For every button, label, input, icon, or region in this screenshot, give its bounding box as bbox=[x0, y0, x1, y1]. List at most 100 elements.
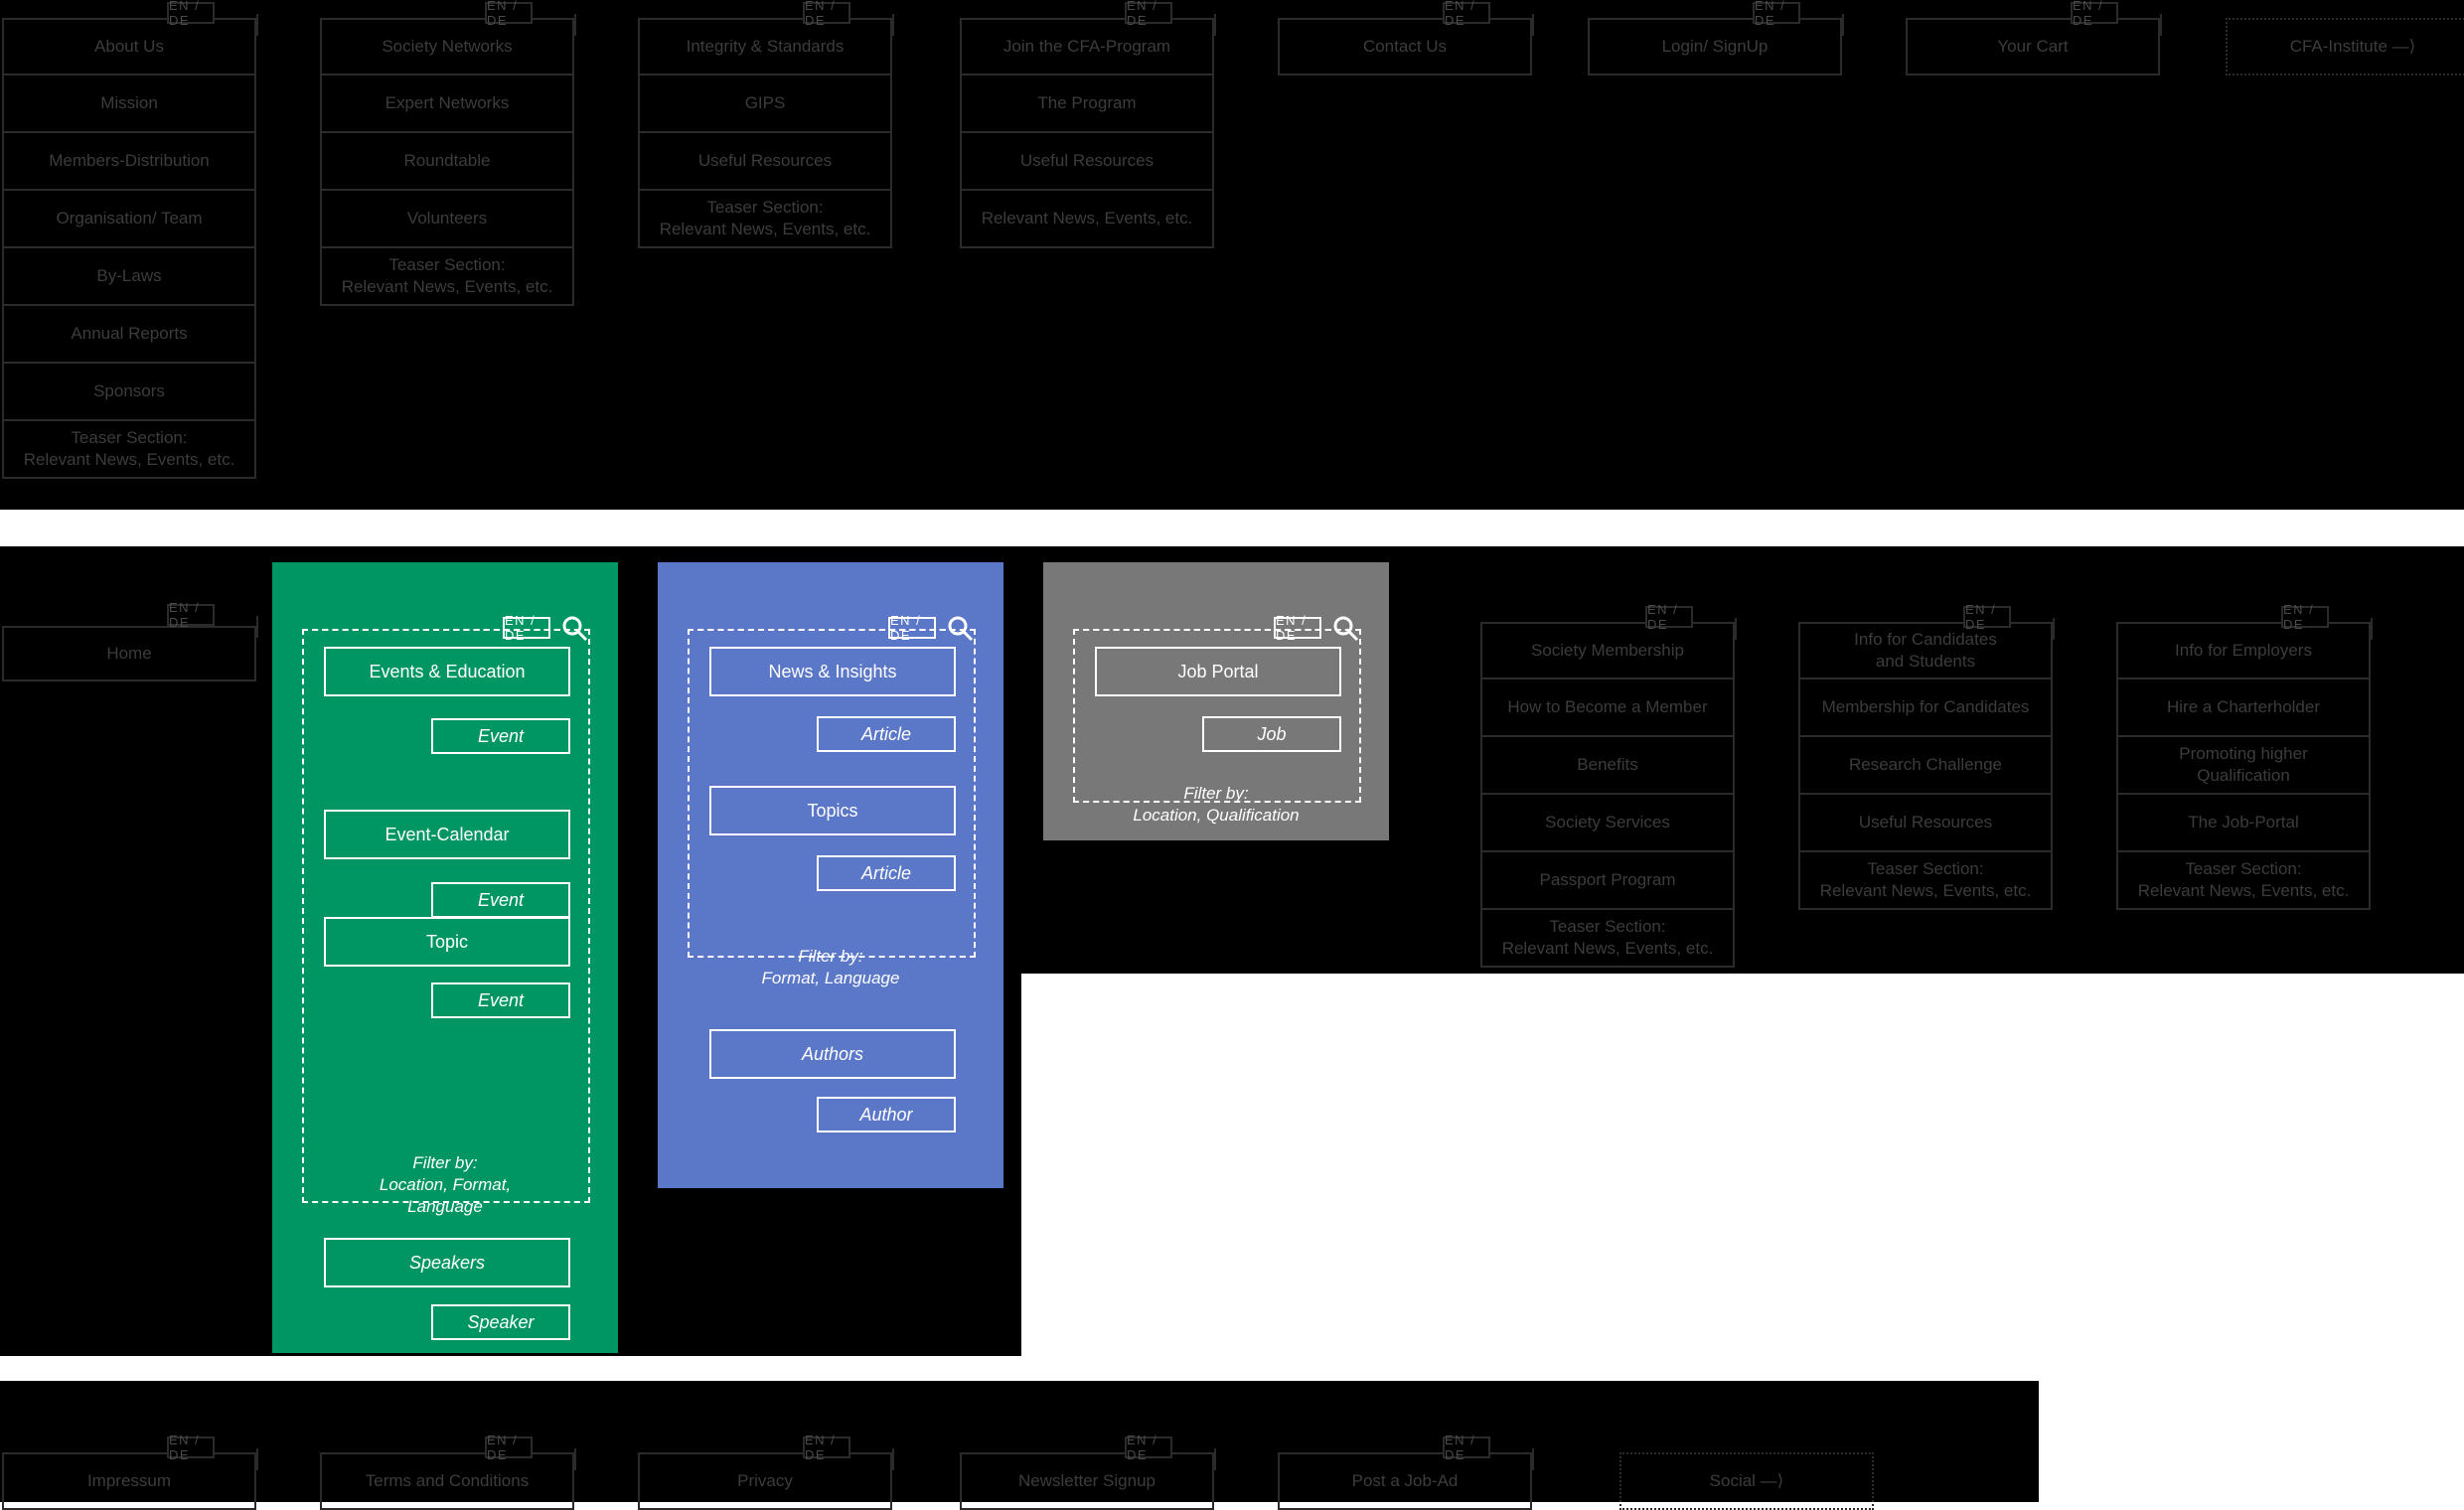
lang-chip[interactable]: EN / DE bbox=[485, 0, 533, 28]
footer-item[interactable]: Newsletter Signup bbox=[960, 1452, 1214, 1510]
events-node-speaker[interactable]: Speaker bbox=[431, 1304, 570, 1340]
jobs-lang-chip[interactable]: EN / DE bbox=[1274, 613, 1321, 643]
topnav-item[interactable]: The Program bbox=[960, 76, 1214, 133]
node-label: Sponsors bbox=[93, 381, 165, 401]
topnav-item[interactable]: Expert Networks bbox=[320, 76, 574, 133]
news-node-article-1[interactable]: Article bbox=[817, 716, 956, 752]
right-column-item[interactable]: Promoting higher Qualification bbox=[2116, 737, 2371, 795]
topnav-item[interactable]: GIPS bbox=[638, 76, 892, 133]
topnav-item[interactable]: Teaser Section: Relevant News, Events, et… bbox=[320, 248, 574, 306]
search-icon[interactable] bbox=[560, 614, 590, 644]
jobs-node-job-portal[interactable]: Job Portal bbox=[1095, 647, 1341, 696]
right-column-item[interactable]: Society Membership bbox=[1480, 622, 1735, 680]
lang-chip-label: EN / DE bbox=[1755, 0, 1786, 28]
node-label: News & Insights bbox=[768, 661, 897, 681]
lang-chip[interactable]: EN / DE bbox=[2281, 602, 2329, 632]
lang-chip-label: EN / DE bbox=[1127, 0, 1158, 28]
footer-item[interactable]: Terms and Conditions bbox=[320, 1452, 574, 1510]
search-icon[interactable] bbox=[1331, 614, 1361, 644]
topnav-item[interactable]: Useful Resources bbox=[638, 133, 892, 191]
node-label: Job bbox=[1257, 723, 1287, 744]
lang-chip[interactable]: EN / DE bbox=[167, 0, 215, 28]
lang-chip[interactable]: EN / DE bbox=[803, 1433, 850, 1462]
topnav-header-0[interactable]: About Us bbox=[2, 18, 256, 76]
lang-chip[interactable]: EN / DE bbox=[167, 1433, 215, 1462]
jobs-node-job[interactable]: Job bbox=[1202, 716, 1341, 752]
news-node-news-insights[interactable]: News & Insights bbox=[709, 647, 956, 696]
lang-chip[interactable]: EN / DE bbox=[1753, 0, 1800, 28]
topnav-item[interactable]: Sponsors bbox=[2, 364, 256, 421]
news-lang-chip[interactable]: EN / DE bbox=[888, 613, 936, 643]
lang-chip[interactable]: EN / DE bbox=[1963, 602, 2011, 632]
news-node-authors[interactable]: Authors bbox=[709, 1029, 956, 1079]
lang-chip[interactable]: EN / DE bbox=[1125, 1433, 1172, 1462]
topnav-standalone-item[interactable]: Login/ SignUp bbox=[1588, 18, 1842, 76]
right-column-item[interactable]: Info for Employers bbox=[2116, 622, 2371, 680]
lang-chip[interactable]: EN / DE bbox=[803, 0, 850, 28]
right-column-item[interactable]: Benefits bbox=[1480, 737, 1735, 795]
lang-chip[interactable]: EN / DE bbox=[1443, 1433, 1490, 1462]
node-label: Promoting higher Qualification bbox=[2179, 743, 2308, 785]
events-node-event-calendar[interactable]: Event-Calendar bbox=[324, 810, 570, 859]
right-column-item[interactable]: Teaser Section: Relevant News, Events, et… bbox=[1798, 852, 2053, 910]
home-lang-chip[interactable]: EN / DE bbox=[167, 600, 215, 630]
search-icon[interactable] bbox=[946, 614, 976, 644]
node-label: Job Portal bbox=[1177, 661, 1259, 681]
chip-tick bbox=[574, 1448, 576, 1470]
chip-tick bbox=[2160, 14, 2162, 36]
topnav-external-link[interactable]: CFA-Institute —⟩ bbox=[2226, 18, 2464, 76]
topnav-item[interactable]: Useful Resources bbox=[960, 133, 1214, 191]
events-node-topic[interactable]: Topic bbox=[324, 917, 570, 967]
footer-item[interactable]: Impressum bbox=[2, 1452, 256, 1510]
right-column-item[interactable]: Useful Resources bbox=[1798, 795, 2053, 852]
topnav-item[interactable]: Mission bbox=[2, 76, 256, 133]
topnav-standalone-item[interactable]: Your Cart bbox=[1906, 18, 2160, 76]
topnav-item[interactable]: Members-Distribution bbox=[2, 133, 256, 191]
topnav-item[interactable]: Society Networks bbox=[320, 18, 574, 76]
events-node-events-education[interactable]: Events & Education bbox=[324, 647, 570, 696]
chip-tick bbox=[1735, 618, 1737, 640]
right-column-item[interactable]: How to Become a Member bbox=[1480, 680, 1735, 737]
right-column-item[interactable]: Hire a Charterholder bbox=[2116, 680, 2371, 737]
right-column-item[interactable]: Society Services bbox=[1480, 795, 1735, 852]
lang-chip[interactable]: EN / DE bbox=[1443, 0, 1490, 28]
topnav-item[interactable]: Teaser Section: Relevant News, Events, et… bbox=[2, 421, 256, 479]
topnav-item[interactable]: Organisation/ Team bbox=[2, 191, 256, 248]
lang-chip[interactable]: EN / DE bbox=[1125, 0, 1172, 28]
news-node-author[interactable]: Author bbox=[817, 1097, 956, 1132]
topnav-item[interactable]: Roundtable bbox=[320, 133, 574, 191]
topnav-item[interactable]: Relevant News, Events, etc. bbox=[960, 191, 1214, 248]
lang-chip[interactable]: EN / DE bbox=[1645, 602, 1693, 632]
topnav-item[interactable]: Teaser Section: Relevant News, Events, et… bbox=[638, 191, 892, 248]
footer-item[interactable]: Privacy bbox=[638, 1452, 892, 1510]
topnav-standalone-item[interactable]: Contact Us bbox=[1278, 18, 1532, 76]
topnav-item[interactable]: Volunteers bbox=[320, 191, 574, 248]
footer-item[interactable]: Post a Job-Ad bbox=[1278, 1452, 1532, 1510]
right-column-item[interactable]: Research Challenge bbox=[1798, 737, 2053, 795]
right-column-item[interactable]: Info for Candidates and Students bbox=[1798, 622, 2053, 680]
events-node-speakers[interactable]: Speakers bbox=[324, 1238, 570, 1287]
right-column-item[interactable]: The Job-Portal bbox=[2116, 795, 2371, 852]
lang-chip[interactable]: EN / DE bbox=[2071, 0, 2118, 28]
right-column-item[interactable]: Passport Program bbox=[1480, 852, 1735, 910]
filter-line-3: Language bbox=[407, 1197, 483, 1217]
topnav-item[interactable]: Integrity & Standards bbox=[638, 18, 892, 76]
events-lang-chip[interactable]: EN / DE bbox=[503, 613, 550, 643]
home-label: Home bbox=[106, 644, 152, 664]
right-column-item[interactable]: Teaser Section: Relevant News, Events, et… bbox=[2116, 852, 2371, 910]
events-node-event-3[interactable]: Event bbox=[431, 982, 570, 1018]
news-node-topics[interactable]: Topics bbox=[709, 786, 956, 835]
chip-tick bbox=[2371, 618, 2373, 640]
lang-chip[interactable]: EN / DE bbox=[485, 1433, 533, 1462]
events-node-event-1[interactable]: Event bbox=[431, 718, 570, 754]
events-node-event-2[interactable]: Event bbox=[431, 882, 570, 918]
topnav-item[interactable]: Annual Reports bbox=[2, 306, 256, 364]
right-column-item[interactable]: Membership for Candidates bbox=[1798, 680, 2053, 737]
news-node-article-2[interactable]: Article bbox=[817, 855, 956, 891]
topnav-item[interactable]: Join the CFA-Program bbox=[960, 18, 1214, 76]
topnav-item[interactable]: By-Laws bbox=[2, 248, 256, 306]
footer-external-link[interactable]: Social —⟩ bbox=[1619, 1452, 1874, 1510]
right-column-item[interactable]: Teaser Section: Relevant News, Events, et… bbox=[1480, 910, 1735, 968]
home-node[interactable]: Home bbox=[2, 626, 256, 681]
node-label: Article bbox=[860, 862, 911, 883]
